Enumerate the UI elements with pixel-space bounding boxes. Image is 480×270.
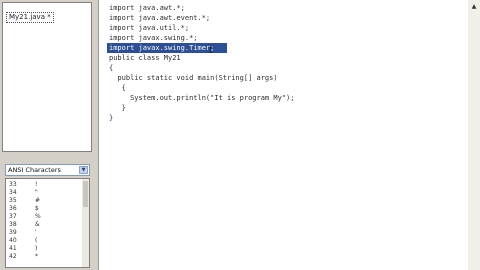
char-glyph: ': [35, 229, 37, 236]
code-line[interactable]: public class My21: [109, 53, 181, 63]
char-glyph: (: [35, 237, 38, 244]
text-cursor-icon: I: [208, 46, 213, 55]
code-line[interactable]: {: [109, 83, 126, 93]
code-editor[interactable]: import java.awt.*; import java.awt.event…: [98, 0, 480, 270]
code-line[interactable]: System.out.println("It is program My");: [109, 93, 294, 103]
code-line[interactable]: import javax.swing.*;: [109, 33, 198, 43]
editor-vertical-scrollbar[interactable]: ▲: [468, 0, 480, 270]
file-tree: My21.java *: [2, 2, 92, 152]
charset-dropdown[interactable]: ANSI Characters ▼: [5, 164, 90, 176]
code-line[interactable]: import java.util.*;: [109, 23, 189, 33]
char-glyph: ): [35, 245, 38, 252]
char-code: 34: [9, 189, 17, 196]
char-code: 37: [9, 213, 17, 220]
ide-window: My21.java * ANSI Characters ▼ 33 ! 34 " …: [0, 0, 480, 270]
char-code: 38: [9, 221, 17, 228]
panel-separator: [0, 152, 94, 160]
chevron-down-icon[interactable]: ▼: [79, 166, 88, 174]
char-glyph: &: [35, 221, 40, 228]
code-line[interactable]: }: [109, 103, 126, 113]
char-glyph: ": [35, 189, 38, 196]
scroll-up-arrow-icon[interactable]: ▲: [470, 3, 478, 11]
file-tree-item-my21[interactable]: My21.java *: [6, 12, 54, 23]
code-line[interactable]: }: [109, 113, 113, 123]
code-line[interactable]: {: [109, 63, 113, 73]
char-code: 39: [9, 229, 17, 236]
code-line[interactable]: import java.awt.*;: [109, 3, 185, 13]
char-code: 41: [9, 245, 17, 252]
char-glyph: #: [35, 197, 41, 204]
code-line[interactable]: import java.awt.event.*;: [109, 13, 210, 23]
char-code: 35: [9, 197, 17, 204]
scrollbar-thumb[interactable]: [83, 181, 88, 207]
char-glyph: $: [35, 205, 39, 212]
char-code: 33: [9, 181, 17, 188]
character-table-scrollbar[interactable]: [82, 179, 89, 267]
char-code: 36: [9, 205, 17, 212]
char-code: 42: [9, 253, 17, 260]
char-glyph: %: [35, 213, 41, 220]
char-code: 40: [9, 237, 17, 244]
char-glyph: !: [35, 181, 38, 188]
code-line[interactable]: public static void main(String[] args): [109, 73, 277, 83]
character-table: 33 ! 34 " 35 # 36 $ 37 % 38 & 39 ' 40 (…: [5, 178, 90, 268]
code-line-selected[interactable]: import javax.swing.Timer;: [109, 43, 214, 53]
charset-dropdown-value: ANSI Characters: [8, 166, 61, 174]
left-panel: My21.java * ANSI Characters ▼ 33 ! 34 " …: [0, 0, 94, 270]
char-glyph: *: [35, 253, 38, 260]
